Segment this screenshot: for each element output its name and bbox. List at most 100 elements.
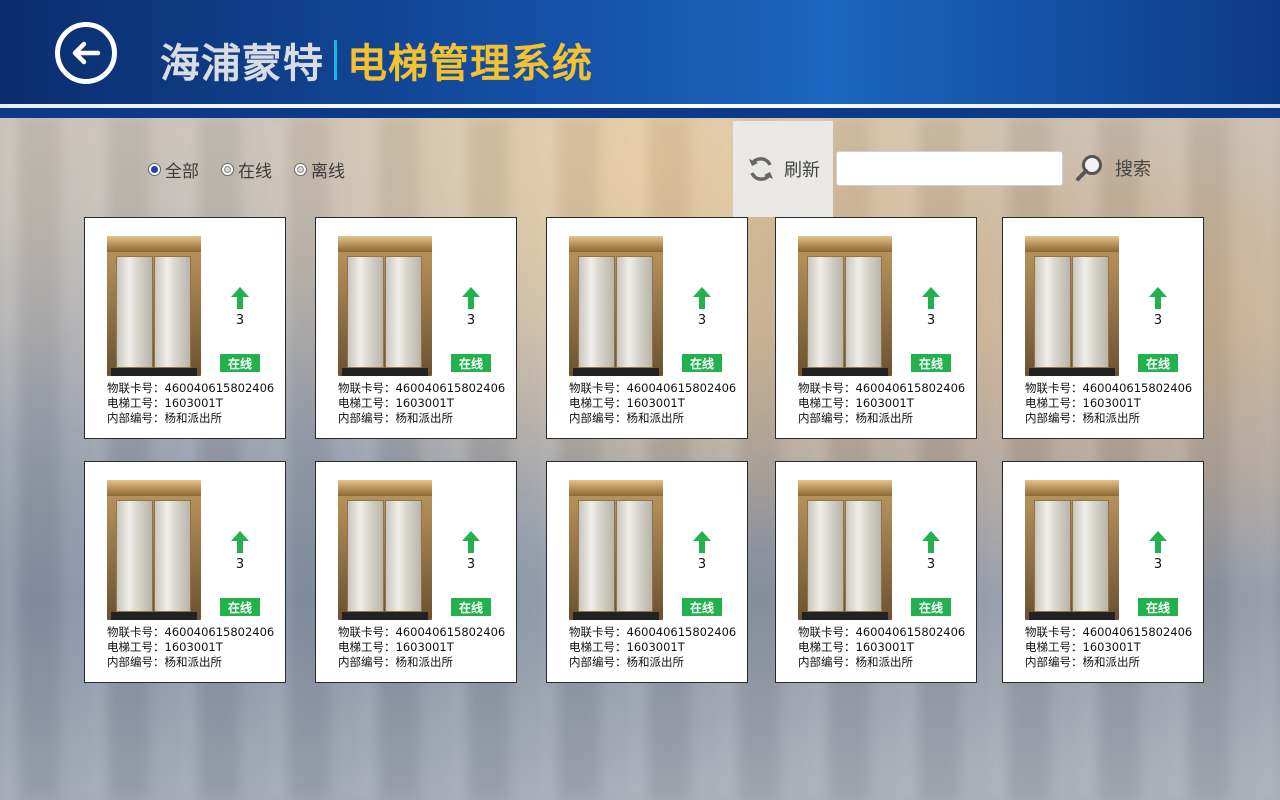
internal-id-value: 杨和派出所: [1082, 655, 1141, 669]
elevator-id-row: 电梯工号：1603001T: [569, 396, 736, 411]
search-input[interactable]: [836, 151, 1063, 186]
elevator-id-row: 电梯工号：1603001T: [338, 396, 505, 411]
elevator-id-value: 1603001T: [395, 396, 454, 410]
search-button[interactable]: 搜索: [1075, 152, 1151, 184]
internal-id-label: 内部编号：: [569, 655, 627, 669]
floor-number: 3: [235, 557, 245, 572]
elevator-door-image: [107, 480, 201, 620]
elevator-id-value: 1603001T: [1082, 396, 1141, 410]
internal-id-value: 杨和派出所: [164, 411, 223, 425]
elevator-info: 物联卡号：460040615802406 电梯工号：1603001T 内部编号：…: [107, 625, 274, 670]
internal-id-label: 内部编号：: [798, 655, 856, 669]
internal-id-label: 内部编号：: [1025, 411, 1083, 425]
elevator-info: 物联卡号：460040615802406 电梯工号：1603001T 内部编号：…: [569, 381, 736, 426]
elevator-card[interactable]: 3 在线 物联卡号：460040615802406 电梯工号：1603001T …: [315, 461, 517, 683]
status-badge: 在线: [1138, 598, 1178, 616]
status-badge: 在线: [451, 598, 491, 616]
iot-card-label: 物联卡号：: [798, 625, 856, 639]
elevator-door-image: [569, 480, 663, 620]
status-filter: 全部 在线 离线: [148, 155, 345, 183]
elevator-card[interactable]: 3 在线 物联卡号：460040615802406 电梯工号：1603001T …: [775, 461, 977, 683]
status-badge: 在线: [911, 598, 951, 616]
elevator-door-image: [338, 236, 432, 376]
app-title: 海浦蒙特 电梯管理系统: [160, 30, 593, 90]
iot-card-value: 460040615802406: [855, 381, 966, 395]
system-name: 电梯管理系统: [347, 41, 593, 87]
arrow-up-icon: [693, 531, 711, 553]
elevator-card[interactable]: 3 在线 物联卡号：460040615802406 电梯工号：1603001T …: [775, 217, 977, 439]
filter-offline[interactable]: 离线: [294, 157, 345, 182]
elevator-id-label: 电梯工号：: [338, 640, 396, 654]
refresh-label: 刷新: [784, 160, 820, 181]
radio-unchecked-icon: [294, 162, 307, 176]
arrow-up-icon: [462, 531, 480, 553]
elevator-id-value: 1603001T: [855, 396, 914, 410]
elevator-card[interactable]: 3 在线 物联卡号：460040615802406 电梯工号：1603001T …: [1002, 461, 1204, 683]
internal-id-row: 内部编号：杨和派出所: [107, 655, 274, 670]
iot-card-value: 460040615802406: [1082, 381, 1193, 395]
elevator-id-value: 1603001T: [626, 640, 685, 654]
internal-id-label: 内部编号：: [338, 411, 396, 425]
filter-online[interactable]: 在线: [221, 157, 272, 182]
iot-card-row: 物联卡号：460040615802406: [338, 381, 505, 396]
iot-card-row: 物联卡号：460040615802406: [798, 381, 965, 396]
internal-id-label: 内部编号：: [1025, 655, 1083, 669]
filter-label: 离线: [311, 161, 345, 182]
refresh-button[interactable]: 刷新: [733, 121, 833, 217]
elevator-card[interactable]: 3 在线 物联卡号：460040615802406 电梯工号：1603001T …: [546, 461, 748, 683]
internal-id-row: 内部编号：杨和派出所: [569, 655, 736, 670]
elevator-id-label: 电梯工号：: [569, 396, 627, 410]
iot-card-label: 物联卡号：: [1025, 381, 1083, 395]
iot-card-label: 物联卡号：: [107, 381, 165, 395]
iot-card-label: 物联卡号：: [338, 625, 396, 639]
iot-card-value: 460040615802406: [626, 381, 737, 395]
arrow-up-icon: [922, 531, 940, 553]
internal-id-value: 杨和派出所: [395, 655, 454, 669]
elevator-id-label: 电梯工号：: [798, 640, 856, 654]
iot-card-row: 物联卡号：460040615802406: [338, 625, 505, 640]
elevator-grid: 3 在线 物联卡号：460040615802406 电梯工号：1603001T …: [84, 217, 1204, 684]
floor-number: 3: [697, 557, 707, 572]
iot-card-row: 物联卡号：460040615802406: [569, 625, 736, 640]
iot-card-value: 460040615802406: [626, 625, 737, 639]
iot-card-value: 460040615802406: [164, 381, 275, 395]
arrow-up-icon: [462, 287, 480, 309]
filter-all[interactable]: 全部: [148, 157, 199, 182]
floor-number: 3: [926, 313, 936, 328]
floor-number: 3: [926, 557, 936, 572]
internal-id-label: 内部编号：: [107, 655, 165, 669]
elevator-id-value: 1603001T: [1082, 640, 1141, 654]
header-bottom-bar: [0, 108, 1280, 118]
arrow-left-icon: [72, 41, 101, 65]
iot-card-label: 物联卡号：: [569, 381, 627, 395]
arrow-up-icon: [693, 287, 711, 309]
elevator-card[interactable]: 3 在线 物联卡号：460040615802406 电梯工号：1603001T …: [546, 217, 748, 439]
back-button[interactable]: [55, 22, 117, 84]
status-badge: 在线: [682, 354, 722, 372]
elevator-info: 物联卡号：460040615802406 电梯工号：1603001T 内部编号：…: [1025, 625, 1192, 670]
elevator-id-value: 1603001T: [164, 640, 223, 654]
elevator-info: 物联卡号：460040615802406 电梯工号：1603001T 内部编号：…: [798, 381, 965, 426]
search-icon: [1076, 155, 1102, 181]
internal-id-value: 杨和派出所: [855, 411, 914, 425]
floor-number: 3: [1153, 313, 1163, 328]
elevator-id-row: 电梯工号：1603001T: [1025, 640, 1192, 655]
elevator-info: 物联卡号：460040615802406 电梯工号：1603001T 内部编号：…: [798, 625, 965, 670]
iot-card-label: 物联卡号：: [798, 381, 856, 395]
iot-card-value: 460040615802406: [164, 625, 275, 639]
iot-card-label: 物联卡号：: [569, 625, 627, 639]
elevator-card[interactable]: 3 在线 物联卡号：460040615802406 电梯工号：1603001T …: [84, 217, 286, 439]
internal-id-row: 内部编号：杨和派出所: [1025, 411, 1192, 426]
radio-unchecked-icon: [221, 162, 234, 176]
arrow-up-icon: [1149, 287, 1167, 309]
search-label: 搜索: [1115, 159, 1151, 180]
elevator-card[interactable]: 3 在线 物联卡号：460040615802406 电梯工号：1603001T …: [84, 461, 286, 683]
elevator-id-row: 电梯工号：1603001T: [798, 640, 965, 655]
elevator-info: 物联卡号：460040615802406 电梯工号：1603001T 内部编号：…: [1025, 381, 1192, 426]
floor-number: 3: [466, 557, 476, 572]
elevator-door-image: [107, 236, 201, 376]
elevator-card[interactable]: 3 在线 物联卡号：460040615802406 电梯工号：1603001T …: [315, 217, 517, 439]
elevator-card[interactable]: 3 在线 物联卡号：460040615802406 电梯工号：1603001T …: [1002, 217, 1204, 439]
elevator-id-label: 电梯工号：: [1025, 396, 1083, 410]
elevator-id-row: 电梯工号：1603001T: [107, 640, 274, 655]
